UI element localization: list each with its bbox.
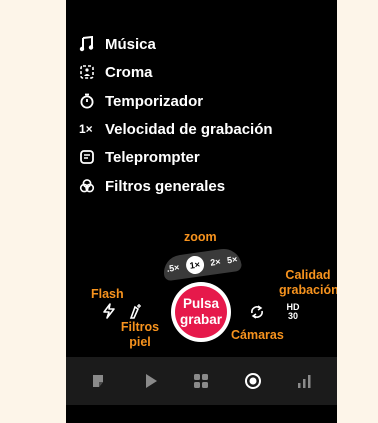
menu-item-label: Teleprompter (105, 148, 200, 166)
flash-annotation: Flash (91, 287, 124, 301)
menu-item-chroma[interactable]: Croma (79, 58, 153, 86)
zoom-option[interactable]: .5× (166, 262, 180, 274)
quality-annotation: Calidad grabación (279, 268, 337, 297)
menu-item-timer[interactable]: Temporizador (79, 87, 203, 115)
timer-icon (79, 93, 105, 109)
sticker-icon[interactable] (88, 371, 108, 391)
speed-icon: 1× (79, 122, 93, 136)
play-icon[interactable] (141, 371, 161, 391)
phone-screen: Música Croma Temporizador 1× Velocidad d… (66, 0, 337, 423)
menu-item-teleprompter[interactable]: Teleprompter (79, 143, 200, 171)
bottom-tab-bar (66, 357, 337, 405)
grid-icon[interactable] (191, 371, 211, 391)
switch-camera-icon[interactable] (248, 303, 266, 321)
flash-icon[interactable] (101, 303, 117, 319)
chroma-icon (79, 64, 105, 80)
music-note-icon (79, 36, 105, 52)
record-icon[interactable] (243, 371, 263, 391)
cameras-annotation: Cámaras (231, 328, 284, 342)
menu-item-label: Temporizador (105, 92, 204, 110)
teleprompter-icon (79, 149, 105, 165)
menu-item-filters[interactable]: Filtros generales (79, 172, 225, 200)
zoom-option-selected[interactable]: 1× (184, 254, 206, 276)
zoom-selector: .5× 1× 2× 5× (161, 246, 243, 282)
menu-item-music[interactable]: Música (79, 30, 156, 58)
zoom-option[interactable]: 2× (210, 256, 222, 267)
skin-filters-annotation: Filtros piel (120, 320, 160, 349)
skin-filter-icon[interactable] (126, 302, 144, 320)
quality-line2: 30 (287, 311, 298, 321)
record-button-label: Pulsa grabar (175, 286, 227, 338)
filters-icon (79, 178, 105, 194)
menu-item-speed[interactable]: 1× Velocidad de grabación (79, 115, 273, 143)
quality-badge[interactable]: HD 30 (284, 301, 302, 323)
menu-item-label: Música (105, 35, 156, 53)
menu-item-label: Velocidad de grabación (105, 120, 273, 138)
record-button[interactable]: Pulsa grabar (171, 282, 231, 342)
zoom-annotation: zoom (184, 230, 217, 244)
menu-item-label: Filtros generales (105, 177, 226, 195)
menu-item-label: Croma (105, 63, 153, 81)
stats-icon[interactable] (294, 371, 314, 391)
zoom-option[interactable]: 5× (226, 254, 238, 265)
